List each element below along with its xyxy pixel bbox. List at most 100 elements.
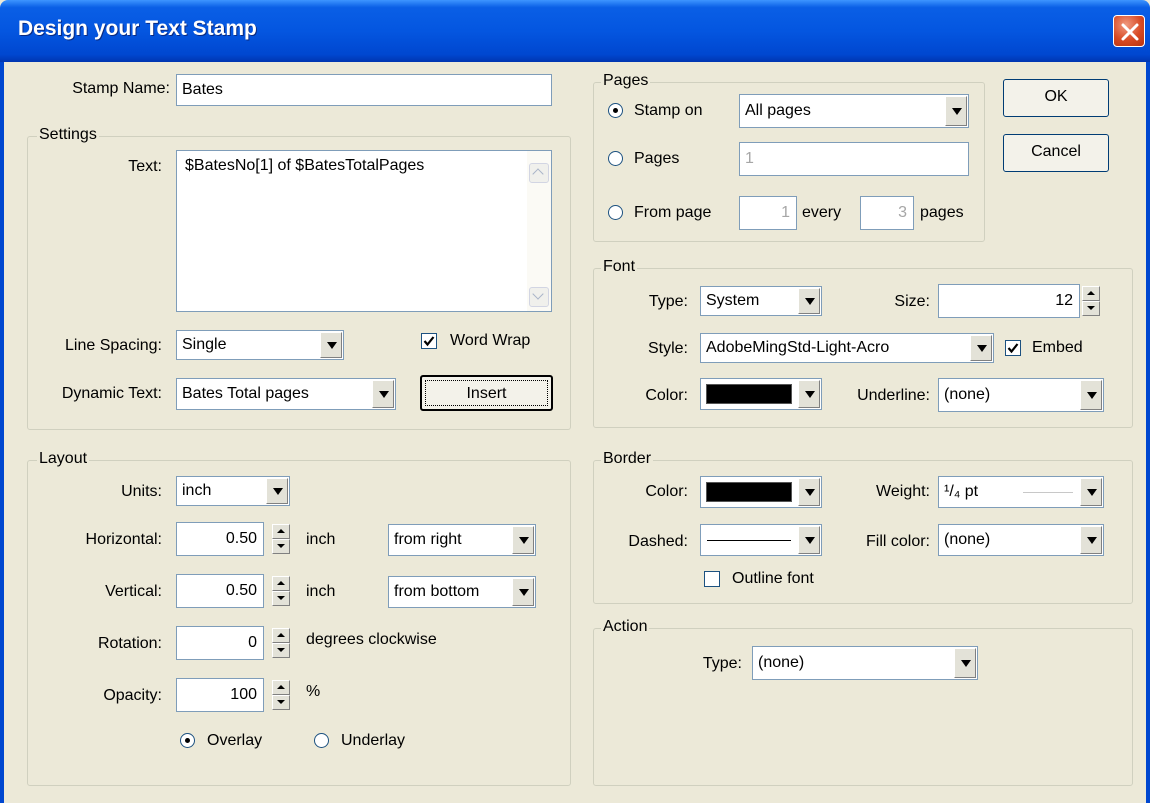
action-type-select[interactable]: (none)	[752, 646, 978, 680]
chevron-down-icon[interactable]	[945, 96, 967, 126]
fill-color-label: Fill color:	[865, 533, 930, 550]
chevron-down-icon[interactable]	[798, 380, 820, 408]
underline-label: Underline:	[857, 387, 930, 404]
ok-button[interactable]: OK	[1003, 79, 1109, 117]
stamp-text-area[interactable]: $BatesNo[1] of $BatesTotalPages	[176, 150, 552, 312]
vertical-from-value: from bottom	[394, 583, 480, 600]
layout-legend: Layout	[37, 450, 90, 468]
outline-font-checkbox[interactable]	[704, 571, 720, 587]
weight-value: ¹/₄ pt	[944, 483, 979, 500]
rotation-spinner[interactable]	[272, 628, 290, 658]
chevron-down-icon[interactable]	[512, 526, 534, 554]
dynamic-text-label: Dynamic Text:	[61, 385, 162, 402]
overlay-radio[interactable]	[180, 733, 195, 748]
opacity-spinner[interactable]	[272, 680, 290, 710]
spin-down-icon[interactable]	[272, 695, 290, 710]
every-label: every	[802, 204, 842, 221]
spin-down-icon[interactable]	[272, 539, 290, 554]
line-spacing-value: Single	[182, 336, 227, 353]
action-type-value: (none)	[758, 654, 805, 671]
spin-up-icon[interactable]	[1082, 286, 1100, 301]
stamp-name-input[interactable]: Bates	[176, 74, 552, 106]
spin-up-icon[interactable]	[272, 628, 290, 643]
chevron-down-icon[interactable]	[1080, 478, 1102, 506]
font-style-label: Style:	[647, 340, 688, 357]
ok-button-label: OK	[1044, 88, 1068, 105]
horizontal-from-value: from right	[394, 531, 462, 548]
chevron-down-icon[interactable]	[320, 332, 342, 358]
overlay-label: Overlay	[207, 732, 263, 749]
chevron-down-icon[interactable]	[798, 288, 820, 314]
chevron-down-icon[interactable]	[1080, 526, 1102, 554]
font-type-select[interactable]: System	[700, 286, 822, 316]
chevron-down-icon[interactable]	[970, 335, 992, 361]
pages-input[interactable]: 1	[739, 142, 969, 176]
spin-down-icon[interactable]	[272, 591, 290, 606]
font-color-select[interactable]	[700, 378, 822, 410]
font-size-input[interactable]: 12	[938, 284, 1080, 318]
pages-radio[interactable]	[608, 151, 623, 166]
dynamic-text-select[interactable]: Bates Total pages	[176, 378, 396, 410]
horizontal-input[interactable]: 0.50	[176, 522, 264, 556]
fill-color-select[interactable]: (none)	[938, 524, 1104, 556]
text-scrollbar[interactable]	[527, 151, 551, 311]
scroll-up-button[interactable]	[529, 163, 549, 183]
stamp-on-radio[interactable]	[608, 103, 623, 118]
opacity-label: Opacity:	[103, 687, 162, 704]
spin-down-icon[interactable]	[1082, 301, 1100, 316]
units-select[interactable]: inch	[176, 476, 290, 506]
title-bar[interactable]: Design your Text Stamp	[0, 0, 1150, 62]
opacity-unit: %	[306, 683, 321, 700]
word-wrap-checkbox[interactable]	[421, 333, 437, 349]
settings-legend: Settings	[37, 126, 99, 144]
embed-label: Embed	[1032, 339, 1083, 356]
chevron-down-icon[interactable]	[954, 648, 976, 678]
line-spacing-select[interactable]: Single	[176, 330, 344, 360]
vertical-spinner[interactable]	[272, 576, 290, 606]
vertical-label: Vertical:	[105, 583, 162, 600]
dashed-select[interactable]	[700, 524, 822, 556]
font-style-value: AdobeMingStd-Light-Acro	[706, 339, 890, 356]
chevron-down-icon[interactable]	[512, 578, 534, 606]
weight-select[interactable]: ¹/₄ pt	[938, 476, 1104, 508]
opacity-input[interactable]: 100	[176, 678, 264, 712]
window-border-left	[0, 62, 4, 803]
rotation-input[interactable]: 0	[176, 626, 264, 660]
chevron-down-icon[interactable]	[798, 478, 820, 506]
weight-label: Weight:	[876, 483, 930, 500]
horizontal-spinner[interactable]	[272, 524, 290, 554]
spin-up-icon[interactable]	[272, 524, 290, 539]
chevron-down-icon[interactable]	[1080, 380, 1102, 410]
horizontal-from-select[interactable]: from right	[388, 524, 536, 556]
chevron-down-icon[interactable]	[266, 478, 288, 504]
font-style-select[interactable]: AdobeMingStd-Light-Acro	[700, 333, 994, 363]
cancel-button[interactable]: Cancel	[1003, 134, 1109, 172]
spin-down-icon[interactable]	[272, 643, 290, 658]
vertical-input[interactable]: 0.50	[176, 574, 264, 608]
spin-up-icon[interactable]	[272, 680, 290, 695]
font-color-label: Color:	[645, 387, 688, 404]
scroll-down-button[interactable]	[529, 287, 549, 307]
underline-select[interactable]: (none)	[938, 378, 1104, 412]
underlay-label: Underlay	[341, 732, 406, 749]
vertical-from-select[interactable]: from bottom	[388, 576, 536, 608]
stamp-name-label: Stamp Name:	[72, 80, 170, 97]
units-value: inch	[182, 482, 212, 499]
font-color-swatch	[706, 384, 792, 404]
underlay-radio[interactable]	[314, 733, 329, 748]
font-size-spinner[interactable]	[1082, 286, 1100, 316]
every-input[interactable]: 3	[860, 196, 914, 230]
from-page-input[interactable]: 1	[739, 196, 797, 230]
insert-button-label: Insert	[466, 385, 507, 402]
border-color-select[interactable]	[700, 476, 822, 508]
close-button[interactable]	[1113, 15, 1145, 47]
from-page-radio[interactable]	[608, 205, 623, 220]
embed-checkbox[interactable]	[1005, 340, 1021, 356]
checkmark-icon	[423, 336, 435, 347]
insert-button[interactable]: Insert	[420, 375, 553, 411]
stamp-on-select[interactable]: All pages	[739, 94, 969, 128]
chevron-down-icon[interactable]	[372, 380, 394, 408]
pages-suffix: pages	[920, 204, 964, 221]
chevron-down-icon[interactable]	[798, 526, 820, 554]
spin-up-icon[interactable]	[272, 576, 290, 591]
